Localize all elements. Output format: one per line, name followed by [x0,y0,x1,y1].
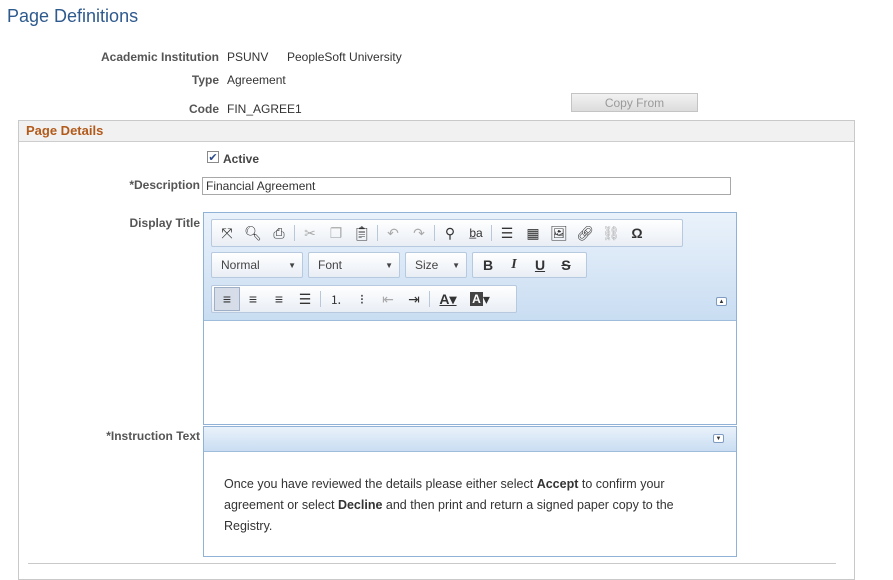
instruction-text: Once you have reviewed the details pleas… [224,474,714,537]
accept-keyword: Accept [536,477,579,491]
chevron-down-icon: ▼ [452,260,460,270]
description-label: *Description [129,178,200,192]
print-icon[interactable]: ⎙ [266,221,292,245]
type-value: Agreement [227,73,286,87]
code-label: Code [189,102,219,116]
section-title: Page Details [26,123,104,138]
background-color-icon[interactable]: A ▾ [464,287,496,311]
toolbar-row-1: ⤧ 🔍︎ ⎙ ✂ ❐ 📋︎ ↶ ↷ ⚲ b̲a ☰ ▦ 🖼︎ 🔗︎ ⛓ Ω [211,219,683,247]
instruction-label: *Instruction Text [106,429,200,443]
replace-icon[interactable]: b̲a [463,221,489,245]
font-select[interactable]: Font ▼ [308,252,400,278]
underline-icon[interactable]: U [527,253,553,277]
decline-keyword: Decline [337,498,383,512]
table-icon[interactable]: ▦ [520,221,546,245]
find-icon[interactable]: ⚲ [437,221,463,245]
undo-icon[interactable]: ↶ [380,221,406,245]
description-input[interactable] [202,177,731,195]
section-header [19,121,854,142]
justify-icon[interactable]: ☰ [292,287,318,311]
toolbar-row-3: ≡ ≡ ≡ ☰ ⒈ ⁝ ⇤ ⇥ A▾ A ▾ [211,285,517,313]
separator [294,225,295,241]
instruction-toolbar [204,427,736,452]
separator [429,291,430,307]
page-title: Page Definitions [7,6,139,26]
display-title-label: Display Title [129,216,200,230]
redo-icon[interactable]: ↷ [406,221,432,245]
separator [491,225,492,241]
chevron-down-icon: ▼ [288,260,296,270]
expand-toolbar-button[interactable]: ▼ [713,434,724,443]
indent-icon[interactable]: ⇥ [401,287,427,311]
institution-label: Academic Institution [100,50,219,64]
active-label: Active [223,152,260,166]
font-select-value: Font [318,258,343,272]
separator [434,225,435,241]
size-select-value: Size [415,258,439,272]
numbered-list-icon[interactable]: ⒈ [323,287,349,311]
horizontal-line-icon[interactable]: ☰ [494,221,520,245]
paste-icon[interactable]: 📋︎ [349,221,375,245]
align-right-icon[interactable]: ≡ [266,287,292,311]
code-value: FIN_AGREE1 [227,102,302,116]
collapse-toolbar-button[interactable]: ▲ [716,297,727,306]
instruction-text-part: Once you have reviewed the details pleas… [224,477,537,491]
bold-icon[interactable]: B [475,253,501,277]
preview-icon[interactable]: 🔍︎ [240,221,266,245]
unlink-icon[interactable]: ⛓ [598,221,624,245]
cut-icon[interactable]: ✂ [297,221,323,245]
separator [320,291,321,307]
chevron-down-icon: ▼ [385,260,393,270]
link-icon[interactable]: 🔗︎ [572,221,598,245]
image-icon[interactable]: 🖼︎ [546,221,572,245]
copy-icon[interactable]: ❐ [323,221,349,245]
text-style-group: B I U S [472,252,587,278]
bullet-list-icon[interactable]: ⁝ [349,287,375,311]
format-select-value: Normal [221,258,260,272]
strikethrough-icon[interactable]: S [553,253,579,277]
active-checkbox[interactable]: ✔ [207,151,219,164]
divider [28,563,836,564]
italic-icon[interactable]: I [501,253,527,277]
text-color-icon[interactable]: A▾ [432,287,464,311]
maximize-icon[interactable]: ⤧ [214,221,240,245]
size-select[interactable]: Size ▼ [405,252,467,278]
copy-from-button[interactable]: Copy From [571,93,698,112]
align-center-icon[interactable]: ≡ [240,287,266,311]
institution-name: PeopleSoft University [287,50,402,64]
institution-code: PSUNV [227,50,269,64]
format-select[interactable]: Normal ▼ [211,252,303,278]
type-label: Type [191,73,219,87]
outdent-icon[interactable]: ⇤ [375,287,401,311]
checkmark-icon: ✔ [208,152,218,164]
separator [377,225,378,241]
align-left-icon[interactable]: ≡ [214,287,240,311]
special-char-icon[interactable]: Ω [624,221,650,245]
